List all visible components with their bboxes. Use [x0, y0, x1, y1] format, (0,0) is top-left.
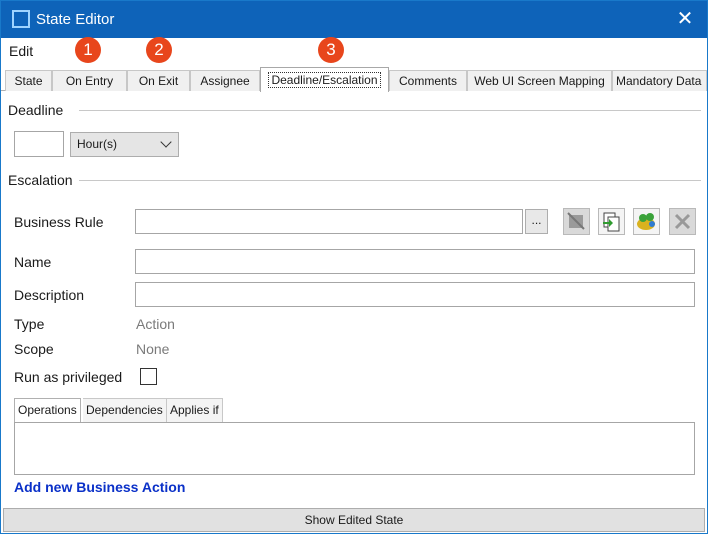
tab-deadline-escalation-label: Deadline/Escalation: [268, 72, 381, 88]
delete-rule-button[interactable]: [669, 208, 696, 235]
app-icon: [12, 10, 30, 28]
tab-assignee[interactable]: Assignee: [190, 70, 260, 91]
escalation-section-label: Escalation: [8, 172, 73, 188]
deadline-unit-value: Hour(s): [77, 137, 118, 151]
description-input[interactable]: [135, 282, 695, 307]
chevron-down-icon: [160, 136, 172, 148]
business-rule-label: Business Rule: [14, 214, 104, 230]
tab-deadline-escalation[interactable]: Deadline/Escalation: [260, 67, 389, 92]
delete-rule-icon: [674, 213, 691, 230]
tab-web-ui-screen-mapping[interactable]: Web UI Screen Mapping: [467, 70, 612, 91]
window-title: State Editor: [36, 11, 115, 28]
tab-on-entry[interactable]: On Entry: [52, 70, 127, 91]
tab-comments[interactable]: Comments: [389, 70, 467, 91]
copy-rule-button[interactable]: [598, 208, 625, 235]
add-business-action-link[interactable]: Add new Business Action: [14, 479, 185, 495]
type-label: Type: [14, 316, 45, 332]
show-edited-state-button[interactable]: Show Edited State: [3, 508, 705, 532]
operations-list[interactable]: [14, 422, 695, 475]
run-as-privileged-checkbox[interactable]: [140, 368, 157, 385]
scope-label: Scope: [14, 341, 54, 357]
callout-badge-3: 3: [318, 37, 344, 63]
deadline-divider: [79, 110, 701, 111]
tab-mandatory-data[interactable]: Mandatory Data: [612, 70, 707, 91]
tab-on-exit[interactable]: On Exit: [127, 70, 190, 91]
deadline-unit-select[interactable]: Hour(s): [70, 132, 179, 157]
description-label: Description: [14, 287, 85, 303]
name-input[interactable]: [135, 249, 695, 274]
state-editor-window: State Editor ✕ Edit 1 2 3 State On Entry…: [0, 0, 708, 534]
new-rule-icon: [637, 213, 655, 230]
new-rule-button[interactable]: [633, 208, 660, 235]
subtab-applies-if[interactable]: Applies if: [167, 398, 223, 422]
copy-rule-icon: [603, 212, 620, 232]
menu-edit[interactable]: Edit: [9, 43, 33, 59]
type-value: Action: [136, 316, 175, 332]
business-rule-browse-button[interactable]: ...: [525, 209, 548, 234]
scope-value: None: [136, 341, 170, 357]
deadline-amount-input[interactable]: [14, 131, 64, 157]
callout-badge-2: 2: [146, 37, 172, 63]
tab-strip: State On Entry On Exit Assignee Deadline…: [1, 67, 707, 92]
menu-bar: Edit: [1, 38, 707, 64]
subtab-dependencies[interactable]: Dependencies: [83, 398, 167, 422]
business-rule-input[interactable]: [135, 209, 523, 234]
run-as-privileged-label: Run as privileged: [14, 369, 123, 385]
subtab-operations[interactable]: Operations: [14, 398, 81, 422]
escalation-divider: [79, 180, 701, 181]
edit-rule-button[interactable]: [563, 208, 590, 235]
close-button[interactable]: ✕: [663, 1, 707, 38]
deadline-section-label: Deadline: [8, 102, 64, 118]
edit-rule-icon: [567, 212, 585, 230]
title-bar: State Editor ✕: [1, 1, 707, 38]
tab-state[interactable]: State: [5, 70, 52, 91]
callout-badge-1: 1: [75, 37, 101, 63]
name-label: Name: [14, 254, 52, 270]
